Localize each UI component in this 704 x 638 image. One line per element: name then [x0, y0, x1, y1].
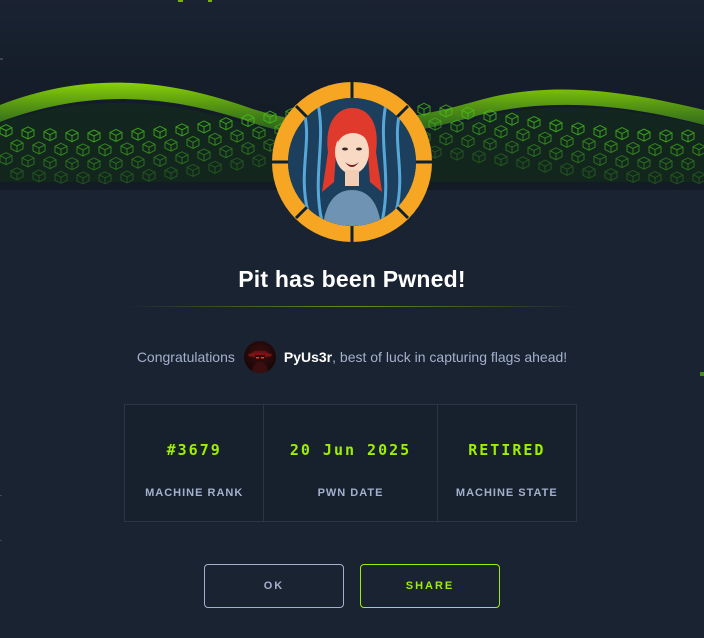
stat-label: MACHINE STATE — [455, 487, 558, 499]
congrats-prefix: Congratulations — [136, 349, 235, 365]
congrats-message: Congratulations PyUs3r , best of luck in… — [0, 340, 704, 374]
stat-value: #3679 — [166, 441, 222, 459]
congrats-suffix: , best of luck in capturing flags ahead! — [332, 349, 568, 365]
stat-machine-rank: #3679 MACHINE RANK — [125, 405, 263, 521]
share-button[interactable]: SHARE — [360, 564, 500, 608]
ok-button[interactable]: OK — [204, 564, 344, 608]
title-divider — [126, 306, 578, 307]
stat-label: MACHINE RANK — [145, 487, 244, 499]
pwned-title: Pit has been Pwned! — [238, 266, 466, 292]
stat-value: RETIRED — [468, 441, 546, 459]
stat-label: PWN DATE — [317, 487, 384, 499]
stat-machine-state: RETIRED MACHINE STATE — [436, 405, 576, 521]
machine-avatar-icon — [272, 82, 432, 242]
user-avatar-icon — [243, 341, 276, 373]
stat-value: 20 Jun 2025 — [289, 441, 412, 459]
username[interactable]: PyUs3r — [284, 349, 332, 365]
stat-pwn-date: 20 Jun 2025 PWN DATE — [263, 405, 436, 521]
pwn-stats-panel: #3679 MACHINE RANK 20 Jun 2025 PWN DATE … — [124, 404, 577, 522]
